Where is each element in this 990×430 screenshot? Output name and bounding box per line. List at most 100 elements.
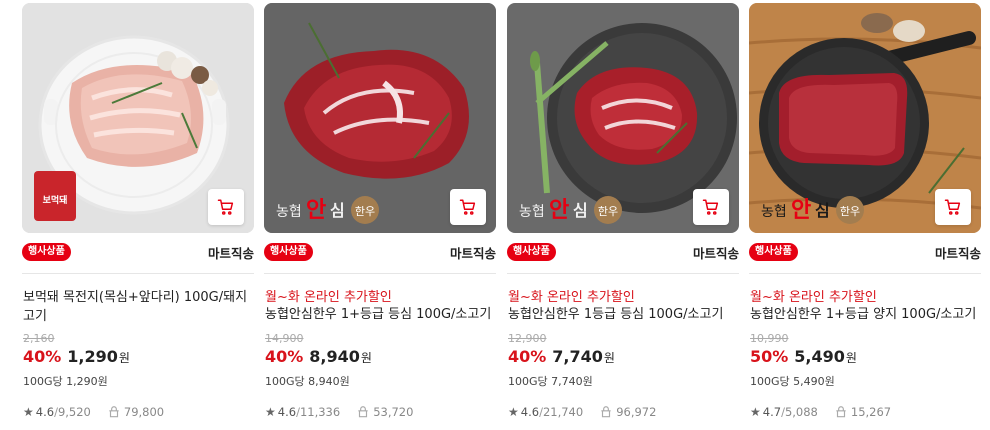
product-meta: 행사상품 마트직송: [22, 241, 254, 263]
svg-text:안: 안: [306, 198, 326, 223]
star-icon: ★: [750, 405, 761, 419]
add-to-cart-button[interactable]: [693, 189, 729, 225]
svg-text:농협: 농협: [276, 204, 302, 220]
product-meta: 행사상품 마트직송: [507, 241, 739, 263]
rating: 4.6: [35, 405, 55, 419]
original-price: 14,900: [265, 332, 304, 345]
product-grid: 보먹돼 행사상품 마트직송 보먹돼 목전지(목심+앞다리) 100G/돼지고기 …: [0, 0, 990, 430]
discount-rate: 40%: [23, 347, 62, 366]
product-title[interactable]: 보먹돼 목전지(목심+앞다리) 100G/돼지고기: [23, 288, 255, 326]
event-badge: 행사상품: [264, 243, 313, 261]
product-title[interactable]: 농협안심한우 1등급 등심 100G/소고기: [508, 305, 740, 324]
unit-price: 100G당 7,740원: [508, 375, 593, 388]
svg-text:농협: 농협: [761, 204, 787, 220]
rating: 4.6: [277, 405, 297, 419]
product-stats: ★ 4.7 / 5,088 15,267: [750, 405, 891, 419]
add-to-cart-button[interactable]: [208, 189, 244, 225]
discount-rate: 40%: [265, 347, 304, 366]
currency-unit: 원: [118, 351, 130, 365]
product-image[interactable]: 농협 안 심 한우: [749, 3, 981, 233]
unit-price: 100G당 1,290원: [23, 375, 108, 388]
price-row: 40% 8,940 원: [265, 347, 372, 366]
delivery-label: 마트직송: [207, 245, 254, 261]
original-price: 12,900: [508, 332, 547, 345]
review-count: 11,336: [299, 405, 341, 419]
purchase-count-icon: [599, 405, 613, 419]
delivery-label: 마트직송: [449, 245, 496, 261]
promo-text: 월~화 온라인 추가할인: [750, 290, 877, 305]
sale-price: 7,740: [552, 347, 603, 366]
review-count: 21,740: [542, 405, 584, 419]
cart-icon: [217, 199, 234, 215]
event-badge: 행사상품: [507, 243, 556, 261]
svg-text:농협: 농협: [519, 204, 545, 220]
purchase-count: 53,720: [373, 405, 414, 419]
purchase-count: 96,972: [616, 405, 657, 419]
purchase-count: 79,800: [123, 405, 165, 419]
divider: [749, 273, 981, 274]
product-card[interactable]: 농협 안 심 한우 행사상품 마트직송 월~화 온라인 추가할인 농협안심한우 …: [749, 3, 981, 430]
currency-unit: 원: [845, 351, 857, 365]
product-stats: ★ 4.6 / 11,336 53,720: [265, 405, 413, 419]
purchase-count-icon: [356, 405, 370, 419]
product-image[interactable]: 농협 안 심 한우: [507, 3, 739, 233]
discount-rate: 50%: [750, 347, 789, 366]
star-icon: ★: [508, 405, 519, 419]
purchase-count-icon: [107, 405, 121, 419]
svg-text:한우: 한우: [840, 205, 860, 218]
product-image[interactable]: 농협 안 심 한우: [264, 3, 496, 233]
unit-price: 100G당 8,940원: [265, 375, 350, 388]
delivery-label: 마트직송: [692, 245, 739, 261]
product-title[interactable]: 농협안심한우 1+등급 등심 100G/소고기: [265, 305, 497, 324]
svg-text:안: 안: [549, 198, 569, 223]
currency-unit: 원: [360, 351, 372, 365]
cart-icon: [702, 199, 719, 215]
product-meta: 행사상품 마트직송: [264, 241, 496, 263]
divider: [264, 273, 496, 274]
svg-text:보먹돼: 보먹돼: [43, 194, 68, 206]
price-row: 50% 5,490 원: [750, 347, 857, 366]
product-card[interactable]: 보먹돼 행사상품 마트직송 보먹돼 목전지(목심+앞다리) 100G/돼지고기 …: [22, 3, 254, 430]
event-badge: 행사상품: [749, 243, 798, 261]
product-card[interactable]: 농협 안 심 한우 행사상품 마트직송 월~화 온라인 추가할인 농협안심한우 …: [507, 3, 739, 430]
add-to-cart-button[interactable]: [450, 189, 486, 225]
sale-price: 5,490: [794, 347, 845, 366]
sale-price: 1,290: [67, 347, 118, 366]
discount-rate: 40%: [508, 347, 547, 366]
product-card[interactable]: 농협 안 심 한우 행사상품 마트직송 월~화 온라인 추가할인 농협안심한우 …: [264, 3, 496, 430]
rating: 4.6: [520, 405, 540, 419]
sale-price: 8,940: [309, 347, 360, 366]
product-image[interactable]: 보먹돼: [22, 3, 254, 233]
star-icon: ★: [265, 405, 276, 419]
svg-text:안: 안: [791, 198, 811, 223]
original-price: 10,990: [750, 332, 789, 345]
currency-unit: 원: [603, 351, 615, 365]
svg-text:한우: 한우: [598, 205, 618, 218]
promo-text: 월~화 온라인 추가할인: [265, 290, 392, 305]
divider: [22, 273, 254, 274]
svg-text:심: 심: [573, 201, 588, 220]
rating: 4.7: [762, 405, 782, 419]
review-count: 9,520: [57, 405, 91, 419]
cart-icon: [944, 199, 961, 215]
star-icon: ★: [23, 405, 34, 419]
price-row: 40% 1,290 원: [23, 347, 130, 366]
unit-price: 100G당 5,490원: [750, 375, 835, 388]
svg-text:한우: 한우: [355, 205, 375, 218]
review-count: 5,088: [784, 405, 818, 419]
original-price: 2,160: [23, 332, 55, 345]
product-meta: 행사상품 마트직송: [749, 241, 981, 263]
add-to-cart-button[interactable]: [935, 189, 971, 225]
cart-icon: [459, 199, 476, 215]
product-stats: ★ 4.6 / 21,740 96,972: [508, 405, 656, 419]
promo-text: 월~화 온라인 추가할인: [508, 290, 635, 305]
svg-text:심: 심: [330, 201, 345, 220]
delivery-label: 마트직송: [934, 245, 981, 261]
purchase-count: 15,267: [850, 405, 892, 419]
divider: [507, 273, 739, 274]
purchase-count-icon: [834, 405, 848, 419]
product-stats: ★ 4.6 / 9,520 79,800: [23, 405, 164, 419]
product-title[interactable]: 농협안심한우 1+등급 양지 100G/소고기: [750, 305, 982, 324]
price-row: 40% 7,740 원: [508, 347, 615, 366]
svg-text:심: 심: [815, 201, 830, 220]
